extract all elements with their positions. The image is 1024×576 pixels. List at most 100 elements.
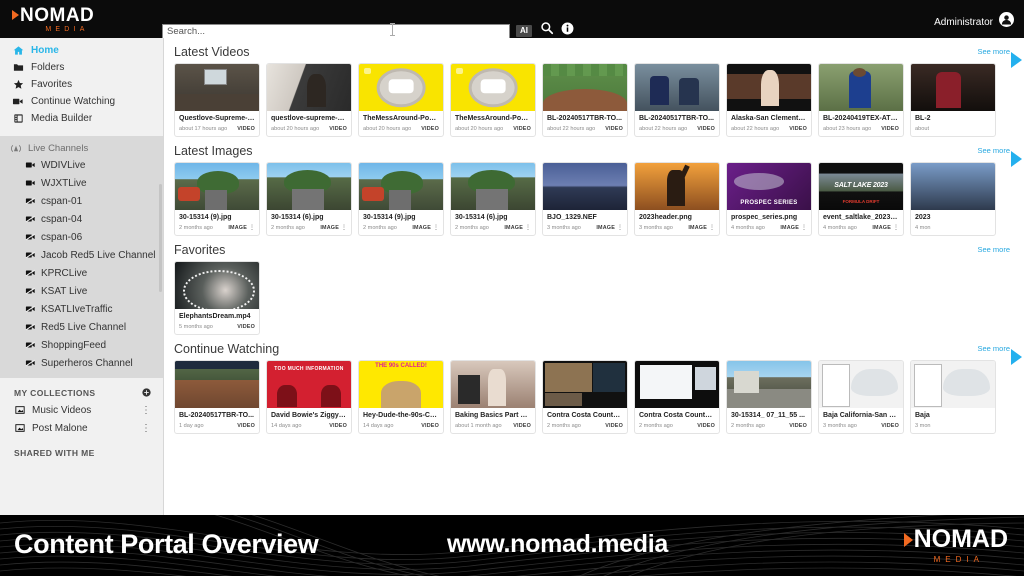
card-overflow-menu-icon[interactable]: ⋮ — [617, 226, 623, 230]
carousel-viewport: ElephantsDream.mp45 months agoVIDEO — [174, 261, 1022, 335]
card-overflow-menu-icon[interactable]: ⋮ — [249, 226, 255, 230]
card-thumbnail — [727, 361, 811, 408]
media-card[interactable]: TOO MUCH INFORMATIONDavid Bowie's Ziggy … — [266, 360, 352, 434]
collection-overflow-menu-icon[interactable]: ⋮ — [141, 425, 151, 432]
carousel-next-arrow-icon[interactable] — [1011, 349, 1022, 365]
media-card[interactable]: BL-2about — [910, 63, 996, 137]
media-card[interactable]: Baja California-San Cl...3 months agoVID… — [818, 360, 904, 434]
media-card[interactable]: Baking Basics Part 1 F...about 1 month a… — [450, 360, 536, 434]
live-channel-item[interactable]: Superheros Channel — [0, 354, 163, 372]
media-card[interactable]: TheMessAround-Podc...about 20 hours agoV… — [450, 63, 536, 137]
avatar[interactable] — [999, 12, 1014, 32]
media-card[interactable]: 30-15314 (9).jpg2 months agoIMAGE⋮ — [174, 162, 260, 236]
media-card[interactable]: Contra Costa County - ...2 months agoVID… — [542, 360, 628, 434]
live-channel-item[interactable]: cspan-04 — [0, 210, 163, 228]
live-channel-item[interactable]: KSAT Live — [0, 282, 163, 300]
media-card[interactable]: BL-20240517TBR-TO...1 day agoVIDEO — [174, 360, 260, 434]
live-channel-label: WJXTLive — [41, 178, 87, 189]
see-more-link[interactable]: See more — [977, 47, 1010, 56]
thumb-detail — [545, 393, 582, 406]
media-card[interactable]: SALT LAKE 2023FORMULA DRIFTevent_saltlak… — [818, 162, 904, 236]
sidebar-item-continue-watching[interactable]: Continue Watching — [0, 93, 163, 110]
add-collection-icon[interactable] — [142, 388, 151, 399]
media-card[interactable]: BL-20240419TEX-ATL...about 23 hours agoV… — [818, 63, 904, 137]
card-overflow-menu-icon[interactable]: ⋮ — [433, 226, 439, 230]
carousel-next-arrow-icon[interactable] — [1011, 151, 1022, 167]
card-body: 20234 mon — [911, 210, 995, 235]
sidebar-item-favorites[interactable]: Favorites — [0, 76, 163, 93]
card-date: about 23 hours ago — [823, 126, 871, 132]
live-channel-item[interactable]: KPRCLive — [0, 264, 163, 282]
media-card[interactable]: Contra Costa County - ...2 months agoVID… — [634, 360, 720, 434]
see-more-link[interactable]: See more — [977, 344, 1010, 353]
media-card[interactable]: BL-20240517TBR-TO...about 22 hours agoVI… — [634, 63, 720, 137]
card-overflow-menu-icon[interactable]: ⋮ — [525, 226, 531, 230]
see-more-link[interactable]: See more — [977, 245, 1010, 254]
card-date: 2 months ago — [639, 423, 673, 429]
card-title: ElephantsDream.mp4 — [179, 312, 255, 321]
card-date: about 22 hours ago — [731, 126, 779, 132]
user-menu[interactable]: Administrator — [934, 12, 1014, 32]
ai-button[interactable]: AI — [516, 25, 532, 37]
sidebar-item-folders[interactable]: Folders — [0, 59, 163, 76]
media-card[interactable]: BJO_1329.NEF3 months agoIMAGE⋮ — [542, 162, 628, 236]
card-meta: 2 months agoVIDEO — [547, 423, 623, 429]
sidebar-item-label: Home — [31, 45, 59, 56]
media-card[interactable]: 30-15314 (6).jpg2 months agoIMAGE⋮ — [450, 162, 536, 236]
media-card[interactable]: THE 90s CALLED!Hey-Dude-the-90s-Cal...14… — [358, 360, 444, 434]
media-card[interactable]: 20234 mon — [910, 162, 996, 236]
video-camera-off-icon — [24, 358, 36, 368]
card-title: 30-15314_ 07_11_55 ... — [731, 411, 807, 420]
media-card[interactable]: Alaska-San Clemente-...about 22 hours ag… — [726, 63, 812, 137]
card-type-badge: VIDEO — [789, 126, 807, 132]
section-title: Favorites — [174, 236, 1024, 261]
sidebar-item-label: Folders — [31, 62, 64, 73]
media-card[interactable]: questlove-supreme-ge...about 20 hours ag… — [266, 63, 352, 137]
card-meta: 3 months agoIMAGE⋮ — [639, 225, 715, 231]
thumb-overlay-text: SALT LAKE 2023 — [819, 182, 903, 189]
card-overflow-menu-icon[interactable]: ⋮ — [893, 226, 899, 230]
live-channel-item[interactable]: WDIVLive — [0, 156, 163, 174]
see-more-link[interactable]: See more — [977, 146, 1010, 155]
sidebar-item-home[interactable]: Home — [0, 42, 163, 59]
card-body: Baja3 mon — [911, 408, 995, 433]
video-camera-icon — [24, 160, 36, 170]
sidebar-scrollbar[interactable] — [159, 184, 162, 292]
card-date: about — [915, 126, 929, 132]
carousel-next-arrow-icon[interactable] — [1011, 52, 1022, 68]
media-card[interactable]: TheMessAround-Podc...about 20 hours agoV… — [358, 63, 444, 137]
media-card[interactable]: Baja3 mon — [910, 360, 996, 434]
card-type-badge: VIDEO — [421, 126, 439, 132]
live-channel-item[interactable]: KSATLIveTraffic — [0, 300, 163, 318]
carousel-viewport: Questlove-Supreme-G...about 17 hours ago… — [174, 63, 1022, 137]
section-latest-images: Latest Images See more 30-15314 (9).jpg2… — [174, 137, 1024, 236]
card-title: Baja California-San Cl... — [823, 411, 899, 420]
card-body: Baja California-San Cl...3 months agoVID… — [819, 408, 903, 433]
media-card[interactable]: ElephantsDream.mp45 months agoVIDEO — [174, 261, 260, 335]
media-card[interactable]: 30-15314 (9).jpg2 months agoIMAGE⋮ — [358, 162, 444, 236]
live-channel-item[interactable]: cspan-01 — [0, 192, 163, 210]
media-card[interactable]: PROSPEC SERIESprospec_series.png4 months… — [726, 162, 812, 236]
card-overflow-menu-icon[interactable]: ⋮ — [709, 226, 715, 230]
live-channel-item[interactable]: Jacob Red5 Live Channel — [0, 246, 163, 264]
card-overflow-menu-icon[interactable]: ⋮ — [801, 226, 807, 230]
media-card[interactable]: 30-15314_ 07_11_55 ...2 months agoVIDEO — [726, 360, 812, 434]
info-icon[interactable] — [561, 22, 574, 40]
card-overflow-menu-icon[interactable]: ⋮ — [341, 226, 347, 230]
live-channel-item[interactable]: WJXTLive — [0, 174, 163, 192]
live-channel-item[interactable]: ShoppingFeed — [0, 336, 163, 354]
media-card[interactable]: 2023header.png3 months agoIMAGE⋮ — [634, 162, 720, 236]
collection-item-post-malone[interactable]: Post Malone ⋮ — [0, 419, 163, 437]
live-channel-item[interactable]: Red5 Live Channel — [0, 318, 163, 336]
card-thumbnail — [267, 64, 351, 111]
live-channel-item[interactable]: cspan-06 — [0, 228, 163, 246]
shared-with-me-header[interactable]: SHARED WITH ME — [0, 445, 163, 461]
sidebar-item-media-builder[interactable]: Media Builder — [0, 110, 163, 127]
collection-overflow-menu-icon[interactable]: ⋮ — [141, 407, 151, 414]
card-thumbnail — [451, 163, 535, 210]
media-card[interactable]: Questlove-Supreme-G...about 17 hours ago… — [174, 63, 260, 137]
logo-subtext: MEDIA — [12, 26, 116, 33]
media-card[interactable]: BL-20240517TBR-TO...about 22 hours agoVI… — [542, 63, 628, 137]
media-card[interactable]: 30-15314 (6).jpg2 months agoIMAGE⋮ — [266, 162, 352, 236]
collection-item-music-videos[interactable]: Music Videos ⋮ — [0, 401, 163, 419]
